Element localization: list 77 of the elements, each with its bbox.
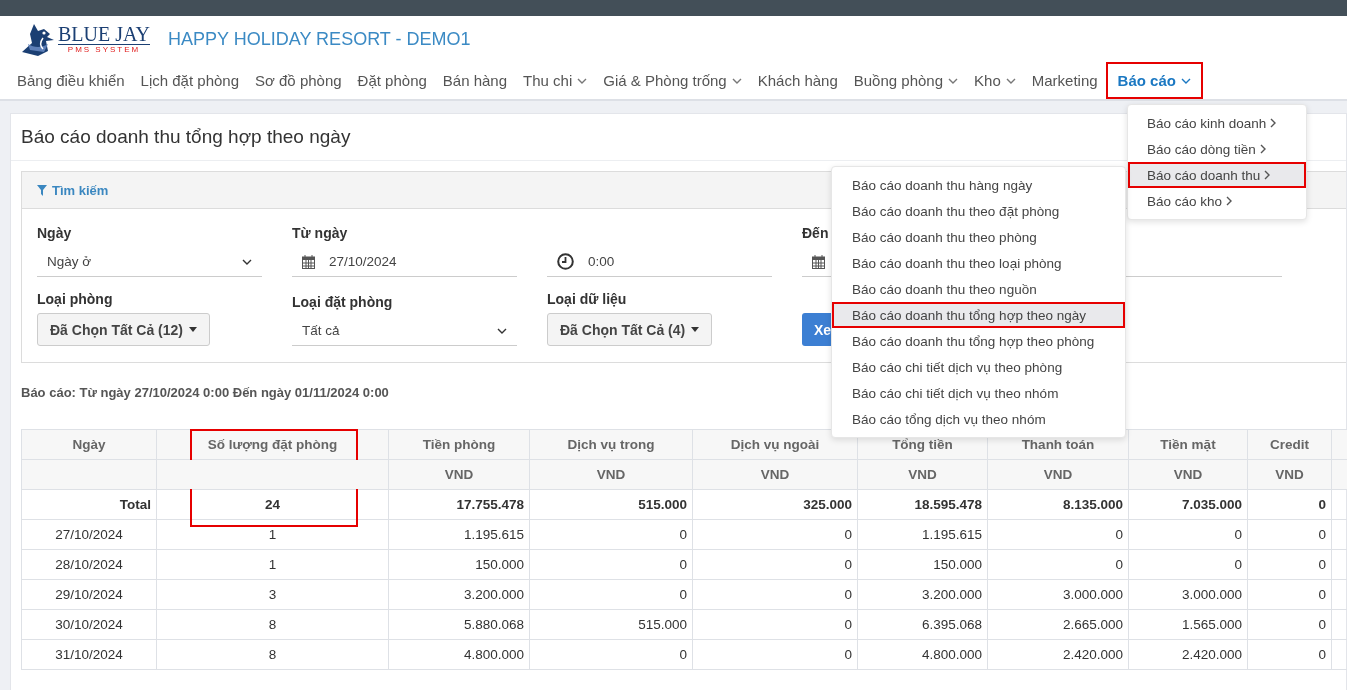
table-cell: 0 [692, 519, 858, 550]
total-cell: 515.000 [529, 489, 693, 520]
table-cell: 3.000.000 [987, 579, 1129, 610]
total-cell: 8.135.000 [987, 489, 1129, 520]
field-label: Đến [802, 225, 829, 241]
field-label: Loại đặt phòng [292, 294, 393, 310]
field-label: Loại phòng [37, 291, 113, 307]
table-cell: 0 [529, 579, 693, 610]
total-cell: 17.755.478 [388, 489, 530, 520]
table-cell: 2.420.000 [987, 639, 1129, 670]
table-cell: 0 [529, 519, 693, 550]
total-cell: Total [21, 489, 157, 520]
unit-header: VND [1128, 459, 1248, 490]
logo-tagline: PMS SYSTEM [67, 44, 141, 55]
table-cell: 0 [1128, 519, 1248, 550]
unit-header: VND [987, 459, 1129, 490]
total-cell: 325.000 [692, 489, 858, 520]
table-cell: 0 [692, 639, 858, 670]
table-cell: 6.395.068 [857, 609, 988, 640]
table-cell: 8 [156, 609, 389, 640]
table-cell: 0 [692, 549, 858, 580]
table-cell: 1 [156, 549, 389, 580]
table-cell: 150.000 [857, 549, 988, 580]
table-cell: 0 [692, 579, 858, 610]
table-cell: 3.200.000 [857, 579, 988, 610]
column-header: Ngày [21, 429, 157, 460]
table-cell: 3 [156, 579, 389, 610]
field-label: Ngày [37, 225, 72, 241]
table-cell: 8 [156, 639, 389, 670]
table-cell: 31/10/2024 [21, 639, 157, 670]
table-cell: 2.665.000 [987, 609, 1129, 640]
table-cell: 29/10/2024 [21, 579, 157, 610]
table-cell: 1.565.000 [1128, 609, 1248, 640]
table-cell: 5.880.068 [388, 609, 530, 640]
unit-header: VND [388, 459, 530, 490]
table-cell: 0 [987, 519, 1129, 550]
table-cell: 3.000.000 [1128, 579, 1248, 610]
table-cell: 27/10/2024 [21, 519, 157, 550]
table-cell: 0 [1247, 549, 1332, 580]
table-cell: 4.800.000 [388, 639, 530, 670]
table-cell: 0 [1128, 549, 1248, 580]
table-cell: 2.420.000 [1128, 639, 1248, 670]
column-header: Dịch vụ trong [529, 429, 693, 460]
table-cell: 0 [692, 609, 858, 640]
column-header: Tiền mặt [1128, 429, 1248, 460]
table-cell: 1 [156, 519, 389, 550]
column-header: Dịch vụ ngoài [692, 429, 858, 460]
table-cell: 150.000 [388, 549, 530, 580]
table-cell: 0 [529, 549, 693, 580]
field-label: Loại dữ liệu [547, 291, 627, 307]
table-cell: 0 [987, 549, 1129, 580]
unit-header: VND [692, 459, 858, 490]
hotel-title: HAPPY HOLIDAY RESORT - DEMO1 [168, 28, 471, 50]
unit-header: VND [857, 459, 988, 490]
unit-header: VND [1247, 459, 1332, 490]
table-cell: 3.200.000 [388, 579, 530, 610]
unit-header: VND [529, 459, 693, 490]
column-header: Credit [1247, 429, 1332, 460]
total-cell: 24 [156, 489, 389, 520]
table-cell: 1.195.615 [857, 519, 988, 550]
column-header: Tiền phòng [388, 429, 530, 460]
logo-name: BLUE JAY [58, 23, 151, 45]
table-cell: 0 [529, 639, 693, 670]
table-cell: 515.000 [529, 609, 693, 640]
table-cell: 0 [1247, 519, 1332, 550]
table-cell: 0 [1247, 639, 1332, 670]
table-cell: 28/10/2024 [21, 549, 157, 580]
table-cell: 0 [1247, 579, 1332, 610]
table-cell: 1.195.615 [388, 519, 530, 550]
table-cell: 30/10/2024 [21, 609, 157, 640]
total-cell: 0 [1247, 489, 1332, 520]
field-label: Từ ngày [292, 225, 348, 241]
total-cell: 18.595.478 [857, 489, 988, 520]
table-cell: 4.800.000 [857, 639, 988, 670]
table-cell: 0 [1247, 609, 1332, 640]
total-cell: 7.035.000 [1128, 489, 1248, 520]
report-caption: Báo cáo: Từ ngày 27/10/2024 0:00 Đến ngày 01/11/2024 0:00 [21, 385, 389, 400]
